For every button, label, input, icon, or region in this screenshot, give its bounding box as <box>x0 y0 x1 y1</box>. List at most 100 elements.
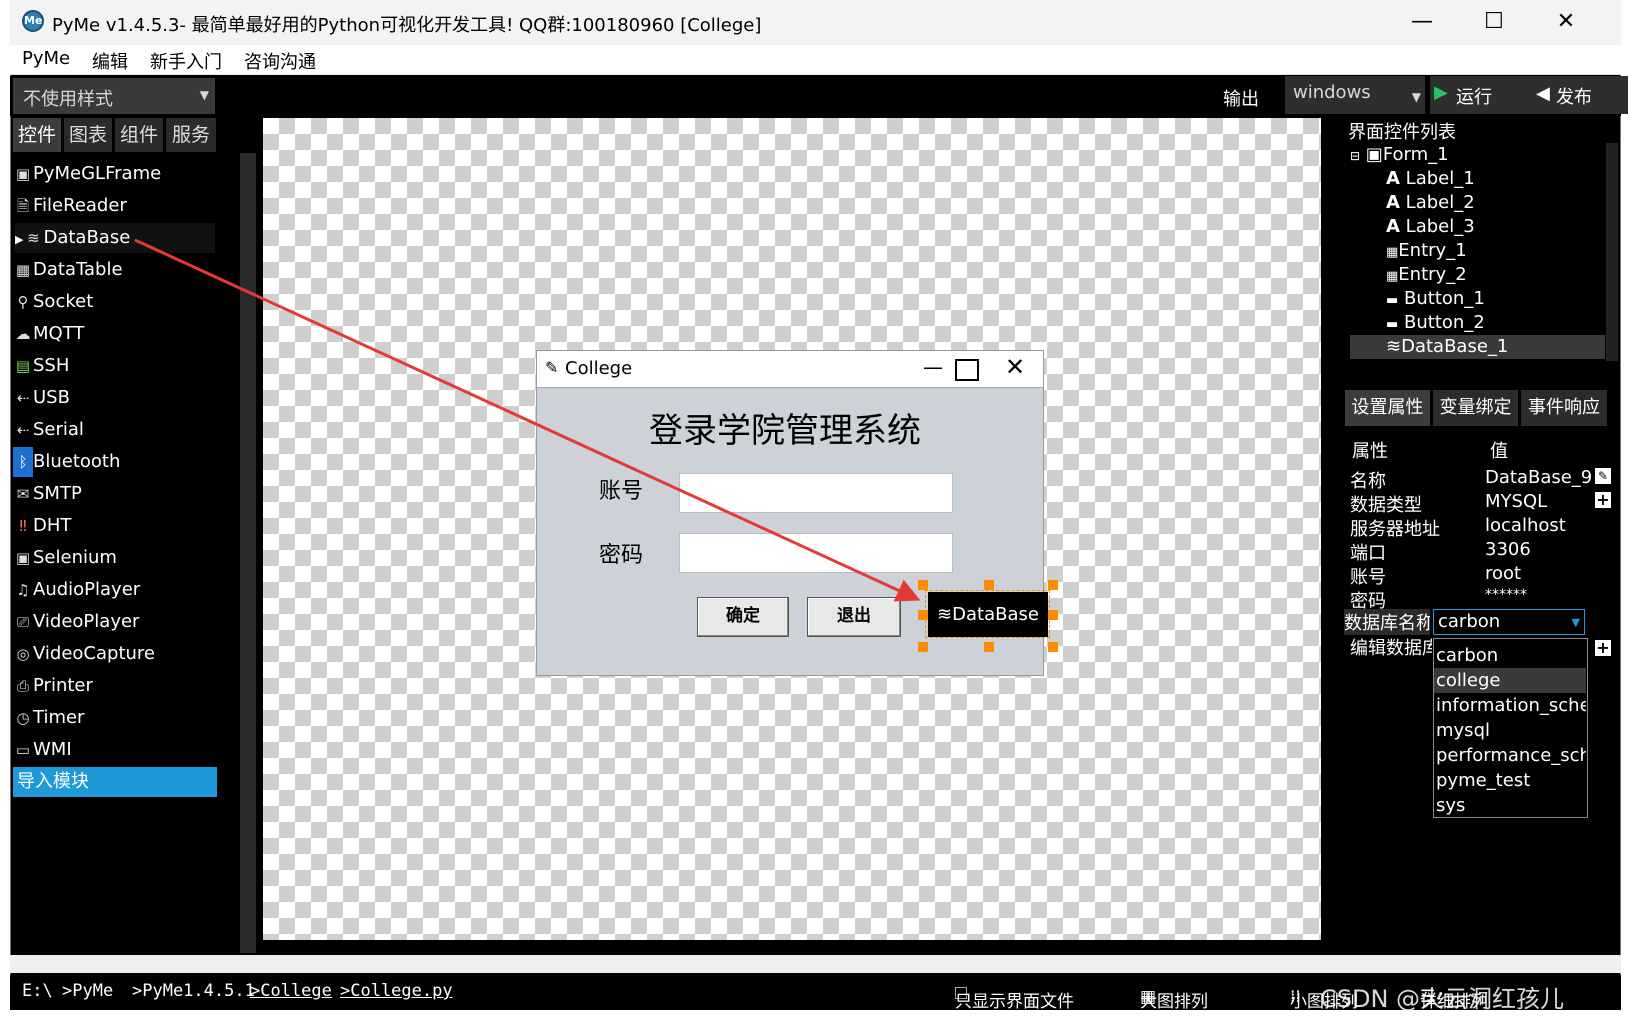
list-item[interactable]: ▭ WMI <box>13 735 213 765</box>
menu-beginner[interactable]: 新手入门 <box>150 48 222 74</box>
list-item-label: 导入模块 <box>17 771 89 792</box>
maximize-button[interactable]: ☐ <box>1470 4 1518 40</box>
list-item[interactable]: ⇠ USB <box>13 383 213 413</box>
tree-item[interactable]: A Label_1 <box>1386 167 1475 191</box>
horizontal-scrollbar[interactable] <box>10 955 1621 973</box>
tab-charts[interactable]: 图表 <box>64 118 112 152</box>
path-drive[interactable]: E:\ <box>22 981 53 1001</box>
list-item[interactable]: ᛒ Bluetooth <box>13 447 213 477</box>
tree-item-form[interactable]: ⊟ ▣Form_1 <box>1350 143 1449 167</box>
tree-item-label: Label_3 <box>1405 216 1475 237</box>
list-item[interactable]: ⎙ Printer <box>13 671 213 701</box>
tree-item-label: DataBase_1 <box>1401 336 1509 357</box>
path-segment[interactable]: >PyMe1.4.5.1 <box>132 981 255 1001</box>
dropdown-option[interactable]: carbon <box>1434 643 1586 668</box>
menu-pyme[interactable]: PyMe <box>22 48 70 69</box>
tab-controls[interactable]: 控件 <box>13 118 61 152</box>
mail-icon: ✉ <box>16 485 30 503</box>
resize-handle[interactable] <box>918 610 928 620</box>
db-name-select[interactable]: carbon ▼ <box>1433 609 1585 635</box>
tab-events[interactable]: 事件响应 <box>1521 390 1607 426</box>
form-close-icon[interactable]: ✕ <box>1005 353 1025 381</box>
resize-handle[interactable] <box>918 580 928 590</box>
list-item[interactable]: ▦ DataTable <box>13 255 213 285</box>
cloud-icon: ☁ <box>15 325 31 343</box>
tree-item[interactable]: ▬ Button_2 <box>1386 311 1485 335</box>
resize-handle[interactable] <box>1048 610 1058 620</box>
tree-item[interactable]: ▬ Button_1 <box>1386 287 1485 311</box>
minimize-button[interactable]: — <box>1398 4 1446 40</box>
thermometer-icon: ‼ <box>19 517 27 535</box>
list-item[interactable]: ♫ AudioPlayer <box>13 575 213 605</box>
list-item[interactable]: ▣ Selenium <box>13 543 213 573</box>
resize-handle[interactable] <box>984 642 994 652</box>
menu-edit[interactable]: 编辑 <box>92 48 128 74</box>
close-button[interactable]: ✕ <box>1542 4 1590 40</box>
left-tabs: 控件 图表 组件 服务 <box>13 118 219 152</box>
password-label: 密码 <box>599 543 644 568</box>
password-input[interactable] <box>679 533 953 573</box>
resize-handle[interactable] <box>918 642 928 652</box>
resize-handle[interactable] <box>1048 642 1058 652</box>
prop-value[interactable]: localhost <box>1485 515 1566 536</box>
path-segment[interactable]: >PyMe <box>62 981 113 1001</box>
path-segment[interactable]: >College <box>250 981 332 1001</box>
list-item-label: PyMeGLFrame <box>33 163 162 184</box>
platform-combo[interactable]: windows ▼ <box>1285 76 1425 114</box>
list-item[interactable]: ☁ MQTT <box>13 319 213 349</box>
list-item[interactable]: ▣ PyMeGLFrame <box>13 159 213 189</box>
tab-components[interactable]: 组件 <box>115 118 163 152</box>
exit-button[interactable]: 退出 <box>807 597 901 637</box>
list-item[interactable]: ‼ DHT <box>13 511 213 541</box>
tree-item-selected[interactable]: ≋DataBase_1 <box>1350 335 1605 359</box>
plus-icon[interactable]: + <box>1595 492 1611 508</box>
database-widget[interactable]: ≋DataBase <box>928 592 1048 637</box>
dropdown-option-highlighted[interactable]: college <box>1434 668 1586 693</box>
list-item[interactable]: ◷ Timer <box>13 703 213 733</box>
import-module-item[interactable]: 导入模块 <box>13 767 217 797</box>
prop-value[interactable]: DataBase_9 <box>1485 467 1592 488</box>
dropdown-option[interactable]: mysql <box>1434 718 1586 743</box>
prop-value[interactable]: MYSQL <box>1485 491 1547 512</box>
confirm-button[interactable]: 确定 <box>697 597 789 637</box>
publish-button[interactable]: ◀ 发布 <box>1530 76 1628 114</box>
resize-handle[interactable] <box>1048 580 1058 590</box>
dropdown-option[interactable]: performance_schema <box>1434 743 1586 768</box>
list-item[interactable]: ◎ VideoCapture <box>13 639 213 669</box>
account-input[interactable] <box>679 473 953 513</box>
prop-value[interactable]: root <box>1485 563 1521 584</box>
dropdown-option[interactable]: pyme_test <box>1434 768 1586 793</box>
style-combo[interactable]: 不使用样式 ▼ <box>13 78 215 114</box>
edit-icon[interactable]: ✎ <box>1595 468 1611 484</box>
tab-binding[interactable]: 变量绑定 <box>1433 390 1518 426</box>
list-item[interactable]: ⚲ Socket <box>13 287 213 317</box>
tab-services[interactable]: 服务 <box>166 118 216 152</box>
prop-value[interactable]: 3306 <box>1485 539 1531 560</box>
output-label[interactable]: 输出 <box>1223 85 1259 111</box>
plus-icon[interactable]: + <box>1595 640 1611 656</box>
list-item[interactable]: ✉ SMTP <box>13 479 213 509</box>
list-item[interactable]: ⇠ Serial <box>13 415 213 445</box>
tree-item[interactable]: A Label_2 <box>1386 191 1475 215</box>
list-item[interactable]: ⎚ VideoPlayer <box>13 607 213 637</box>
dropdown-option[interactable]: sys <box>1434 793 1586 818</box>
dropdown-option[interactable]: information_schema <box>1434 693 1586 718</box>
left-scrollbar[interactable] <box>240 153 256 953</box>
run-button[interactable]: ▶ 运行 <box>1430 76 1530 114</box>
tree-scrollbar[interactable] <box>1606 143 1618 361</box>
form-maximize-icon[interactable] <box>955 359 979 381</box>
list-item-label: Printer <box>33 675 93 696</box>
list-item[interactable]: ▶ ≋ DataBase <box>15 223 215 253</box>
tree-item[interactable]: ▦Entry_1 <box>1386 239 1467 263</box>
tree-item[interactable]: A Label_3 <box>1386 215 1475 239</box>
form-minimize-icon[interactable]: — <box>923 355 943 379</box>
resize-handle[interactable] <box>984 580 994 590</box>
prop-value[interactable]: ****** <box>1485 587 1527 603</box>
tab-properties[interactable]: 设置属性 <box>1345 390 1430 426</box>
tree-item[interactable]: ▦Entry_2 <box>1386 263 1467 287</box>
menu-consult[interactable]: 咨询沟通 <box>244 48 316 74</box>
list-item[interactable]: 🗎 FileReader <box>13 191 213 221</box>
path-segment[interactable]: >College.py <box>340 981 453 1001</box>
form-title: College <box>565 358 633 379</box>
list-item[interactable]: ▤ SSH <box>13 351 213 381</box>
